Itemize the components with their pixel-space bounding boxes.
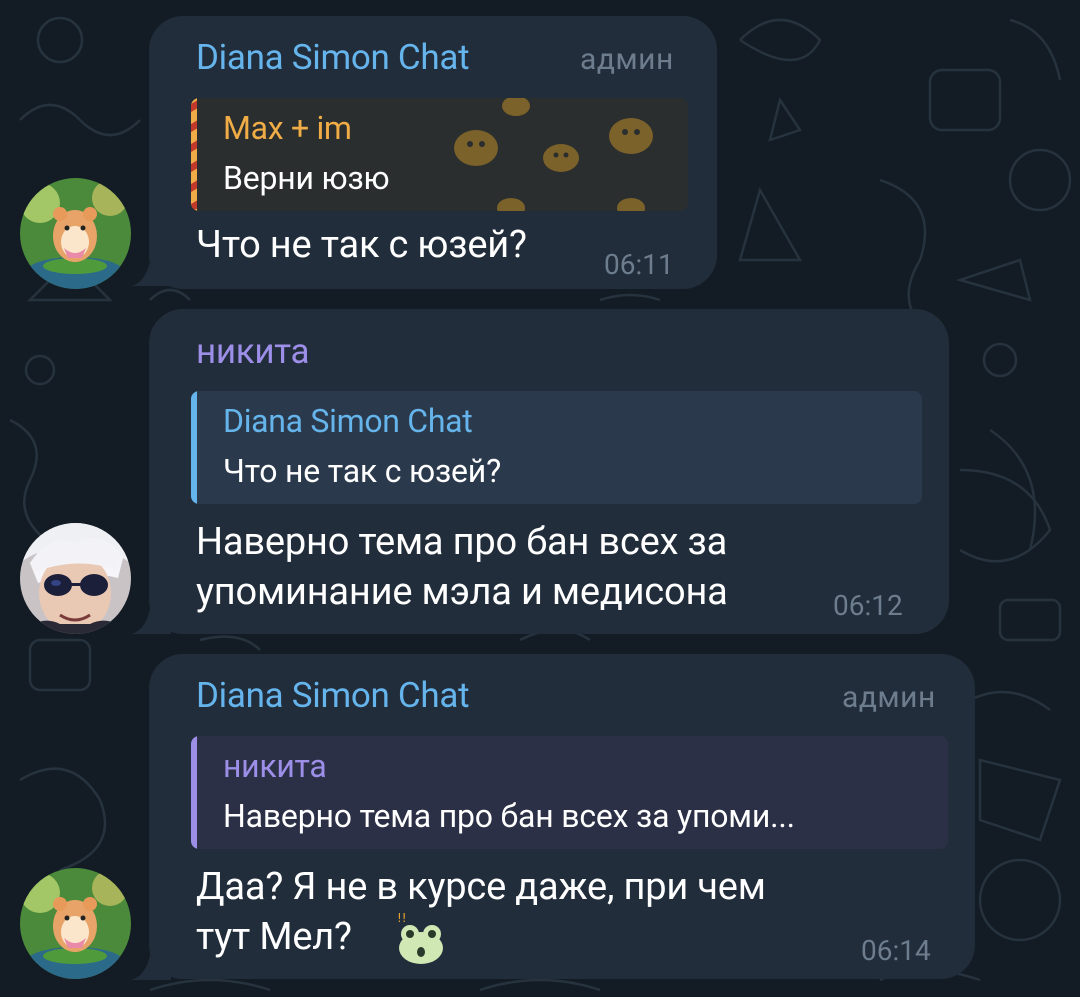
- anime-boy-sunglasses-avatar[interactable]: [20, 523, 131, 634]
- sender-name[interactable]: Diana Simon Chat: [196, 38, 470, 78]
- svg-text:!!: !!: [397, 912, 407, 925]
- reply-preview[interactable]: Diana Simon Chat Что не так с юзей?: [191, 391, 922, 504]
- sender-name[interactable]: Diana Simon Chat: [196, 676, 470, 716]
- message-text-line-2: тут Мел?: [196, 915, 352, 959]
- reply-text: Верни юзю: [223, 159, 390, 197]
- reply-text: Что не так с юзей?: [223, 452, 501, 490]
- sender-name[interactable]: никита: [196, 332, 310, 372]
- reply-sender-name: никита: [223, 747, 327, 785]
- frog-shocked-emoji: !!: [397, 912, 443, 964]
- hamster-avatar[interactable]: [20, 868, 131, 979]
- reply-accent-bar: [191, 391, 197, 504]
- admin-badge: админ: [842, 680, 936, 715]
- message-time: 06:12: [833, 589, 903, 622]
- reply-preview[interactable]: никита Наверно тема про бан всех за упом…: [191, 736, 948, 849]
- reply-preview[interactable]: Max + im Верни юзю: [191, 98, 688, 211]
- message-text-line-1: Наверно тема про бан всех за: [196, 520, 728, 564]
- reply-sender-name: Diana Simon Chat: [223, 402, 473, 440]
- message-time: 06:14: [861, 934, 931, 967]
- message-time: 06:11: [604, 248, 674, 281]
- message-bubble[interactable]: Diana Simon Chat админ Max + im Верни юз…: [149, 16, 717, 289]
- reply-sender-name: Max + im: [223, 109, 352, 147]
- hamster-avatar[interactable]: [20, 178, 131, 289]
- reply-text: Наверно тема про бан всех за упоми...: [223, 797, 795, 835]
- reply-accent-bar: [191, 98, 197, 211]
- message-bubble[interactable]: никита Diana Simon Chat Что не так с юзе…: [149, 309, 949, 634]
- message-text: Что не так с юзей?: [196, 223, 527, 267]
- message-text-line-2: упоминание мэла и медисона: [196, 570, 728, 614]
- admin-badge: админ: [580, 42, 674, 77]
- reply-accent-bar: [191, 736, 197, 849]
- message-text-line-1: Даа? Я не в курсе даже, при чем: [196, 865, 766, 909]
- message-bubble[interactable]: Diana Simon Chat админ никита Наверно те…: [149, 654, 975, 979]
